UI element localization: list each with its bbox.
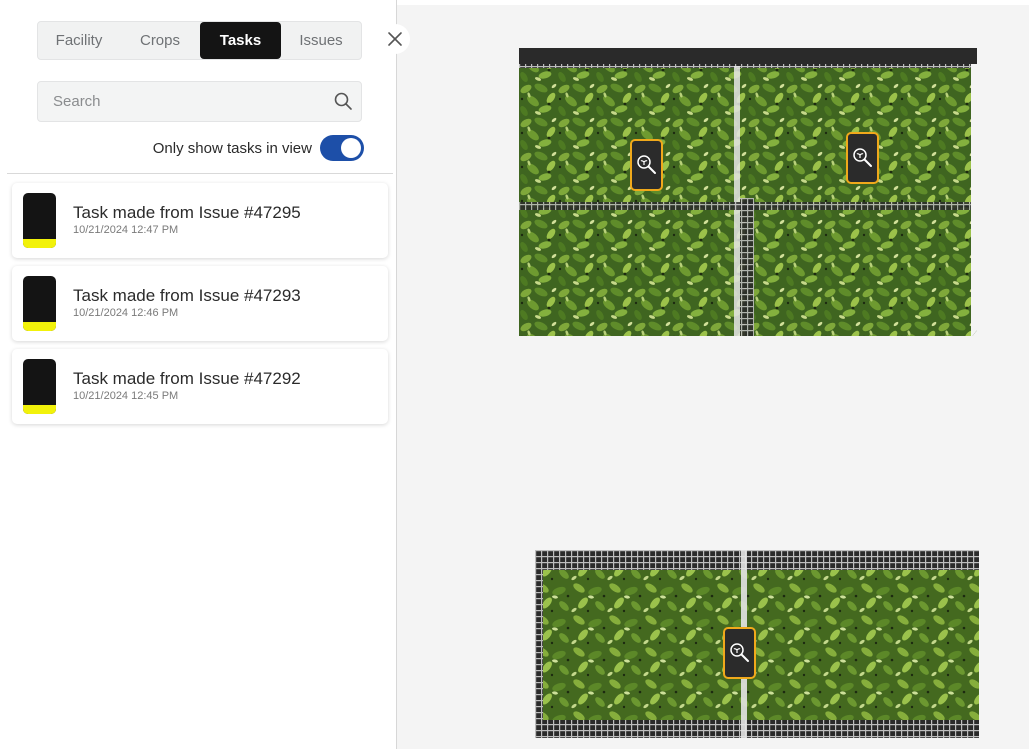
task-title: Task made from Issue #47293 <box>73 286 301 305</box>
facility-map[interactable] <box>396 0 1029 749</box>
view-tabs: Facility Crops Tasks Issues <box>37 21 362 60</box>
task-status-stripe <box>23 239 56 248</box>
task-status-stripe <box>23 322 56 331</box>
task-card[interactable]: Task made from Issue #47295 10/21/2024 1… <box>12 183 388 258</box>
task-list: Task made from Issue #47295 10/21/2024 1… <box>12 183 388 432</box>
issue-marker[interactable] <box>723 627 756 679</box>
search-box <box>37 81 362 122</box>
task-title: Task made from Issue #47292 <box>73 369 301 388</box>
close-panel-button[interactable] <box>380 24 410 54</box>
tab-crops[interactable]: Crops <box>120 22 200 59</box>
task-thumbnail <box>23 359 56 414</box>
issue-marker[interactable] <box>846 132 879 184</box>
tab-issues[interactable]: Issues <box>281 22 361 59</box>
toggle-knob <box>341 138 361 158</box>
map-top-edge <box>397 0 1029 5</box>
filter-toggle-label: Only show tasks in view <box>152 139 312 157</box>
task-card[interactable]: Task made from Issue #47292 10/21/2024 1… <box>12 349 388 424</box>
crop-table-image[interactable] <box>519 48 977 336</box>
filter-toggle-row: Only show tasks in view <box>37 134 364 162</box>
tasks-in-view-toggle[interactable] <box>320 135 364 161</box>
task-timestamp: 10/21/2024 12:47 PM <box>73 224 179 236</box>
task-status-stripe <box>23 405 56 414</box>
app-root: Facility Crops Tasks Issues Only show ta… <box>0 0 1029 749</box>
plant-inspect-icon <box>636 155 656 174</box>
crop-table-image[interactable] <box>535 550 979 738</box>
task-sidebar: Facility Crops Tasks Issues Only show ta… <box>0 0 395 749</box>
issue-marker[interactable] <box>630 139 663 191</box>
task-timestamp: 10/21/2024 12:45 PM <box>73 390 179 402</box>
close-icon <box>388 32 402 46</box>
task-thumbnail <box>23 193 56 248</box>
task-title: Task made from Issue #47295 <box>73 203 301 222</box>
plant-inspect-icon <box>729 643 749 662</box>
tab-facility[interactable]: Facility <box>38 22 120 59</box>
task-thumbnail <box>23 276 56 331</box>
search-input[interactable] <box>53 82 323 121</box>
search-icon[interactable] <box>333 91 353 111</box>
plant-inspect-icon <box>852 148 872 167</box>
divider <box>7 173 393 174</box>
task-card[interactable]: Task made from Issue #47293 10/21/2024 1… <box>12 266 388 341</box>
task-timestamp: 10/21/2024 12:46 PM <box>73 307 179 319</box>
tab-tasks[interactable]: Tasks <box>200 22 281 59</box>
